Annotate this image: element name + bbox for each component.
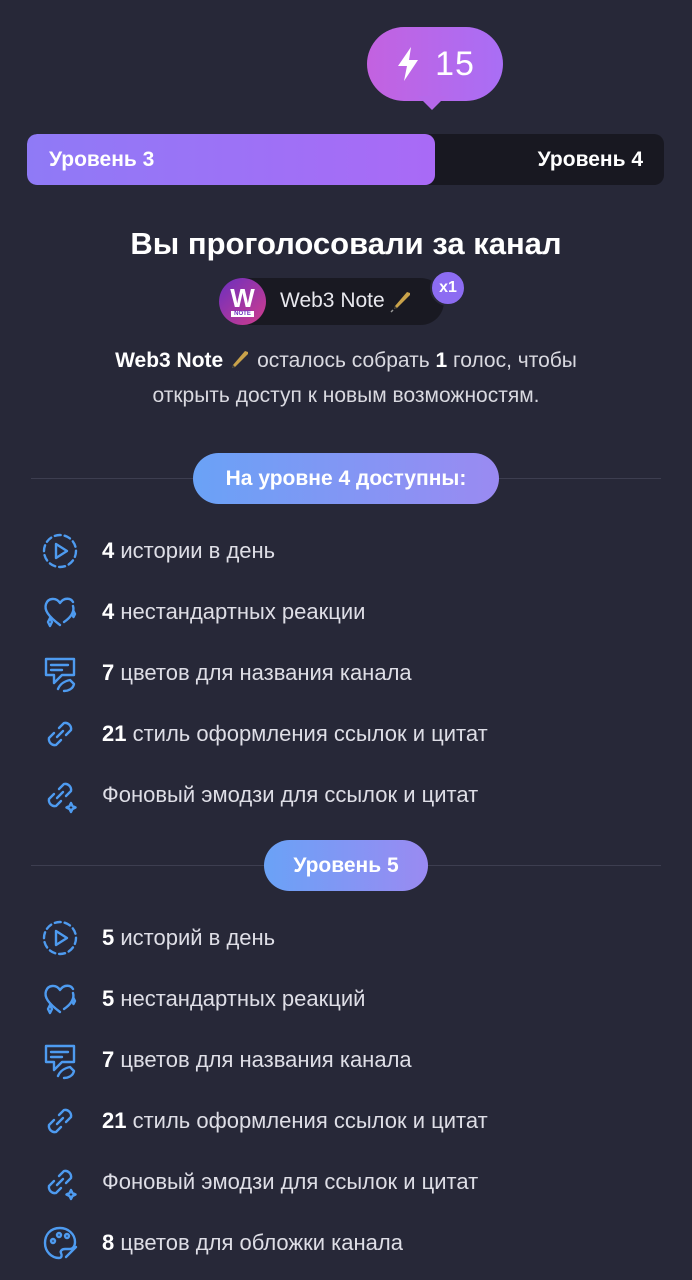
feature-text: 8 цветов для обложки канала [102, 1230, 403, 1256]
desc-part1: осталось собрать [251, 349, 436, 372]
feature-text: 7 цветов для названия канала [102, 1047, 412, 1073]
feature-item: 5 нестандартных реакций [40, 979, 365, 1019]
boost-description: Web3 Note осталось собрать 1 голос, чтоб… [0, 343, 692, 413]
feature-label: стиль оформления ссылок и цитат [126, 1108, 488, 1133]
level-progress-bar: Уровень 3 Уровень 4 [27, 134, 664, 185]
pen-emoji-icon [232, 351, 249, 369]
feature-item: 21 стиль оформления ссылок и цитат [40, 714, 488, 754]
desc-count: 1 [435, 349, 448, 372]
feature-text: 4 истории в день [102, 538, 275, 564]
feature-label: нестандартных реакций [114, 986, 366, 1011]
heart-reaction-icon [44, 984, 77, 1015]
name-color-icon [44, 657, 76, 693]
feature-label: Фоновый эмодзи для ссылок и цитат [102, 782, 479, 807]
desc-part2: голос, чтобы [447, 349, 577, 372]
feature-item: 7 цветов для названия канала [40, 653, 412, 693]
next-level-label: Уровень 4 [537, 148, 643, 171]
palette-icon [43, 1226, 78, 1260]
feature-number: 21 [102, 721, 127, 746]
link-emoji-icon [47, 1169, 77, 1201]
feature-label: стиль оформления ссылок и цитат [126, 721, 488, 746]
feature-number: 5 [102, 925, 115, 950]
feature-number: 7 [102, 660, 115, 685]
feature-item: Фоновый эмодзи для ссылок и цитат [40, 1162, 478, 1202]
feature-text: 21 стиль оформления ссылок и цитат [102, 1108, 488, 1134]
feature-number: 4 [102, 538, 115, 563]
name-color-icon [44, 1044, 76, 1080]
section-header-level4: На уровне 4 доступны: [193, 453, 499, 504]
feature-text: 7 цветов для названия канала [102, 660, 412, 686]
feature-label: цветов для названия канала [114, 660, 412, 685]
feature-item: 21 стиль оформления ссылок и цитат [40, 1101, 488, 1141]
lightning-icon [398, 47, 419, 81]
feature-label: истории в день [114, 538, 276, 563]
section-header-level5: Уровень 5 [264, 840, 428, 891]
current-level-label: Уровень 3 [49, 148, 155, 171]
feature-text: Фоновый эмодзи для ссылок и цитат [102, 1169, 478, 1195]
feature-item: Фоновый эмодзи для ссылок и цитат [40, 775, 478, 815]
feature-item: 4 нестандартных реакции [40, 592, 365, 632]
stories-icon [42, 533, 78, 569]
feature-number: 21 [102, 1108, 127, 1133]
feature-number: 8 [102, 1230, 115, 1255]
bubble-tail [418, 96, 446, 110]
feature-label: цветов для названия канала [114, 1047, 412, 1072]
feature-item: 8 цветов для обложки канала [40, 1223, 403, 1263]
desc-line2: открыть доступ к новым возможностям. [152, 384, 540, 407]
feature-number: 4 [102, 599, 115, 624]
desc-channel-name: Web3 Note [115, 349, 224, 372]
feature-number: 5 [102, 986, 115, 1011]
avatar-sub: NOTE [231, 310, 254, 317]
feature-text: 21 стиль оформления ссылок и цитат [102, 721, 488, 747]
channel-name: Web3 Note [280, 289, 413, 313]
link-style-icon [47, 1108, 73, 1134]
feature-text: 5 историй в день [102, 925, 275, 951]
vote-multiplier-badge: x1 [430, 270, 466, 306]
link-emoji-icon [47, 782, 77, 814]
feature-item: 7 цветов для названия канала [40, 1040, 412, 1080]
page-title: Вы проголосовали за канал [130, 226, 562, 261]
stories-icon [42, 920, 78, 956]
feature-label: нестандартных реакции [114, 599, 366, 624]
feature-item: 5 историй в день [40, 918, 275, 958]
feature-text: 4 нестандартных реакции [102, 599, 365, 625]
link-style-icon [47, 721, 73, 747]
channel-avatar: W NOTE [219, 278, 266, 325]
channel-name-text: Web3 Note [280, 289, 385, 313]
feature-label: историй в день [114, 925, 276, 950]
boost-counter-bubble: 15 [367, 27, 503, 101]
pen-emoji-icon [390, 291, 410, 313]
feature-item: 4 истории в день [40, 531, 275, 571]
feature-label: Фоновый эмодзи для ссылок и цитат [102, 1169, 479, 1194]
boost-count: 15 [435, 44, 475, 83]
heart-reaction-icon [44, 597, 77, 628]
channel-chip[interactable]: W NOTE Web3 Note [219, 278, 444, 325]
feature-number: 7 [102, 1047, 115, 1072]
feature-label: цветов для обложки канала [114, 1230, 403, 1255]
feature-text: Фоновый эмодзи для ссылок и цитат [102, 782, 478, 808]
avatar-letter: W [230, 282, 255, 313]
feature-text: 5 нестандартных реакций [102, 986, 365, 1012]
